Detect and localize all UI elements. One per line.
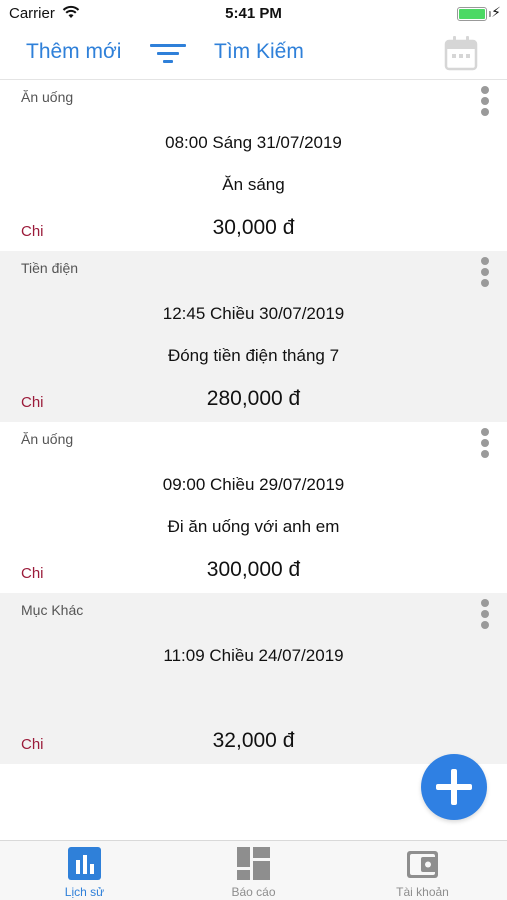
category-label: Tiền điện (21, 260, 79, 276)
category-label: Ăn uống (21, 431, 74, 447)
add-new-button[interactable]: Thêm mới (26, 40, 121, 64)
datetime-label: 11:09 Chiều 24/07/2019 (163, 646, 344, 665)
calendar-icon[interactable] (444, 35, 478, 71)
note-label: Đóng tiền điện tháng 7 (167, 346, 340, 365)
tab-bar: Lịch sử Báo cáo Tài khoản (0, 840, 507, 900)
more-options-icon[interactable] (472, 84, 498, 118)
tab-history[interactable]: Lịch sử (0, 841, 169, 900)
status-bar: Carrier 5:41 PM ⚡︎ (0, 0, 507, 28)
note-label: Ăn sáng (222, 175, 285, 194)
transaction-list: Ăn uống 08:00 Sáng 31/07/2019 Ăn sáng Ch… (0, 80, 507, 764)
category-label: Ăn uống (21, 89, 74, 105)
battery-icon (457, 7, 487, 21)
category-label: Mục Khác (21, 602, 84, 618)
tab-label: Tài khoản (396, 885, 449, 899)
transaction-item[interactable]: Ăn uống 08:00 Sáng 31/07/2019 Ăn sáng Ch… (0, 80, 507, 251)
search-button[interactable]: Tìm Kiếm (214, 40, 304, 64)
datetime-label: 08:00 Sáng 31/07/2019 (165, 133, 342, 152)
filter-icon[interactable] (150, 42, 186, 66)
tab-label: Lịch sử (64, 885, 105, 899)
transaction-item[interactable]: Ăn uống 09:00 Chiều 29/07/2019 Đi ăn uốn… (0, 422, 507, 593)
tab-account[interactable]: Tài khoản (338, 841, 507, 900)
datetime-label: 12:45 Chiều 30/07/2019 (162, 304, 345, 323)
tab-report[interactable]: Báo cáo (169, 841, 338, 900)
amount-label: 32,000 đ (212, 729, 295, 752)
amount-label: 300,000 đ (206, 558, 301, 581)
charging-bolt-icon: ⚡︎ (491, 4, 501, 20)
nav-bar: Thêm mới Tìm Kiếm (0, 28, 507, 80)
bar-chart-icon (68, 847, 101, 880)
transaction-item[interactable]: Tiền điện 12:45 Chiều 30/07/2019 Đóng ti… (0, 251, 507, 422)
wallet-icon (407, 851, 438, 878)
note-label: Đi ăn uống với anh em (167, 517, 340, 536)
add-transaction-button[interactable] (421, 754, 487, 820)
more-options-icon[interactable] (472, 426, 498, 460)
clock: 5:41 PM (225, 5, 282, 22)
tab-label: Báo cáo (231, 885, 276, 899)
transaction-item[interactable]: Mục Khác 11:09 Chiều 24/07/2019 Chi 32,0… (0, 593, 507, 764)
amount-label: 30,000 đ (212, 216, 295, 239)
more-options-icon[interactable] (472, 255, 498, 289)
more-options-icon[interactable] (472, 597, 498, 631)
amount-label: 280,000 đ (206, 387, 301, 410)
report-grid-icon (237, 847, 270, 880)
datetime-label: 09:00 Chiều 29/07/2019 (162, 475, 345, 494)
